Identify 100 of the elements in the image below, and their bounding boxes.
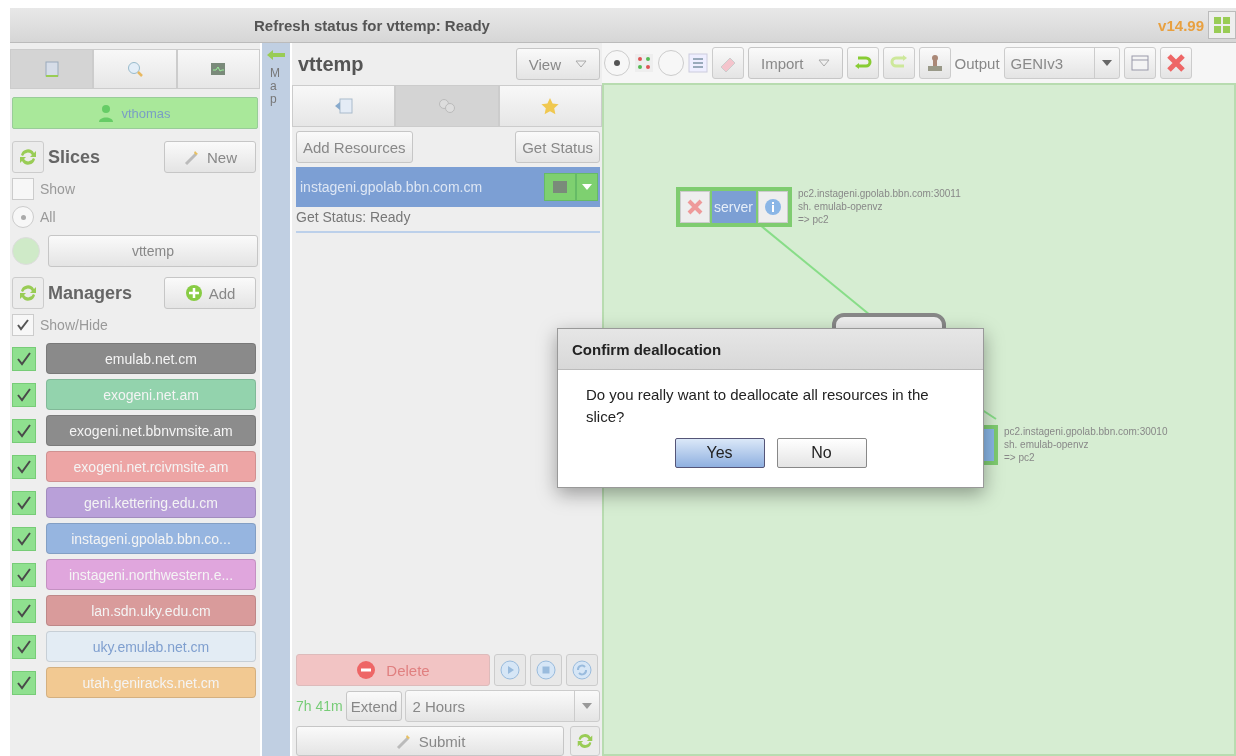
node-info: sh. emulab-openvz — [1004, 438, 1090, 451]
refresh-icon — [17, 282, 39, 304]
map-strip[interactable]: Map — [262, 43, 290, 756]
manager-checkbox[interactable] — [12, 418, 36, 443]
manager-checkbox[interactable] — [12, 346, 36, 371]
show-checkbox[interactable] — [12, 178, 34, 200]
left-arrow-icon — [266, 49, 286, 61]
manager-button[interactable]: instageni.gpolab.bbn.co... — [46, 523, 256, 554]
person-icon — [99, 104, 114, 122]
new-button[interactable]: New — [164, 141, 256, 173]
check-icon — [16, 350, 32, 367]
monitor-button[interactable] — [544, 173, 576, 201]
tab[interactable] — [93, 49, 177, 89]
output-select[interactable]: GENIv3 — [1003, 47, 1120, 79]
add-button[interactable]: Add — [164, 277, 256, 309]
delete-node-button[interactable] — [680, 191, 710, 223]
nodes-icon[interactable] — [634, 53, 654, 73]
close-icon — [687, 199, 703, 215]
restart-icon — [572, 660, 592, 680]
info-button[interactable] — [758, 191, 788, 223]
manager-button[interactable]: lan.sdn.uky.edu.cm — [46, 595, 256, 626]
manager-checkbox[interactable] — [12, 382, 36, 407]
monitor-icon — [209, 60, 228, 78]
wand-icon — [394, 732, 413, 750]
refresh-button[interactable] — [12, 277, 44, 309]
eraser-button[interactable] — [712, 47, 744, 79]
check-icon — [16, 494, 32, 511]
show-hide-label: Show/Hide — [40, 317, 108, 333]
extend-button[interactable]: Extend — [345, 691, 403, 721]
redo-button[interactable] — [882, 47, 915, 79]
close-icon — [1165, 53, 1186, 73]
list-icon[interactable] — [688, 53, 708, 73]
tab[interactable] — [498, 85, 602, 127]
refresh-icon — [575, 731, 595, 751]
manager-button[interactable]: uky.emulab.net.cm — [46, 631, 256, 662]
manager-button[interactable]: exogeni.net.bbnvmsite.am — [46, 415, 256, 446]
manager-button[interactable]: exogeni.net.am — [46, 379, 256, 410]
check-icon — [16, 602, 32, 619]
info-icon — [764, 198, 782, 216]
import-icon — [333, 97, 354, 115]
manager-checkbox[interactable] — [12, 526, 36, 551]
duration-select[interactable]: 2 Hours — [405, 690, 600, 722]
user-name: vthomas — [121, 105, 171, 121]
view-dropdown[interactable]: View — [515, 48, 600, 80]
refresh-button[interactable] — [570, 726, 600, 756]
manager-checkbox[interactable] — [12, 454, 36, 479]
manager-checkbox[interactable] — [12, 562, 36, 587]
import-dropdown[interactable]: Import — [748, 47, 843, 79]
get-status-button[interactable]: Get Status — [515, 131, 600, 163]
manager-checkbox[interactable] — [12, 598, 36, 623]
aggregate-row[interactable]: instageni.gpolab.bbn.com.cm — [296, 167, 600, 207]
manager-button[interactable]: exogeni.net.rcivmsite.am — [46, 451, 256, 482]
manager-checkbox[interactable] — [12, 490, 36, 515]
time-left: 7h 41m — [296, 698, 343, 714]
slice-button[interactable]: vttemp — [48, 235, 258, 267]
search-icon — [126, 60, 144, 78]
stop-button[interactable] — [530, 654, 562, 686]
refresh-button[interactable] — [12, 141, 44, 173]
check-icon — [16, 638, 32, 655]
status-text: Refresh status for vttemp: Ready — [254, 16, 491, 34]
no-button[interactable]: No — [776, 438, 867, 468]
delete-button[interactable]: Delete — [296, 654, 490, 686]
undo-button[interactable] — [846, 47, 879, 79]
play-button[interactable] — [494, 654, 526, 686]
manager-checkbox[interactable] — [12, 634, 36, 659]
node-info: sh. emulab-openvz — [798, 200, 884, 213]
close-button[interactable] — [1159, 47, 1192, 79]
dialog-message: Do you really want to deallocate all resources in the slice? — [585, 385, 930, 427]
tab[interactable] — [292, 85, 396, 127]
mode-radio[interactable] — [658, 50, 684, 76]
manager-button[interactable]: instageni.northwestern.e... — [46, 559, 256, 590]
mode-radio[interactable] — [604, 50, 630, 76]
show-hide-checkbox[interactable] — [12, 314, 34, 336]
node-info: => pc2 — [1004, 451, 1036, 464]
submit-button[interactable]: Submit — [296, 726, 564, 756]
stamp-button[interactable] — [918, 47, 951, 79]
manager-button[interactable]: geni.kettering.edu.cm — [46, 487, 256, 518]
window-button[interactable] — [1123, 47, 1156, 79]
add-resources-button[interactable]: Add Resources — [296, 131, 413, 163]
all-label: All — [40, 209, 56, 225]
check-icon — [16, 422, 32, 439]
building-icon — [42, 60, 61, 78]
user-bar[interactable]: vthomas — [12, 97, 258, 129]
manager-button[interactable]: emulab.net.cm — [46, 343, 256, 374]
node[interactable]: server — [676, 187, 792, 227]
manager-checkbox[interactable] — [12, 670, 36, 695]
version-text: v14.99 — [1158, 16, 1204, 34]
dialog-title: Confirm deallocation — [572, 340, 722, 358]
node-info: => pc2 — [798, 213, 830, 226]
check-icon — [16, 386, 32, 403]
tab[interactable] — [176, 49, 260, 89]
yes-button[interactable]: Yes — [674, 438, 765, 468]
all-radio[interactable] — [12, 206, 34, 228]
star-icon — [540, 97, 561, 115]
dropdown-button[interactable] — [576, 173, 598, 201]
caret-icon — [575, 60, 587, 68]
restart-button[interactable] — [566, 654, 598, 686]
grid-button[interactable] — [1208, 11, 1236, 39]
caret-icon — [582, 184, 592, 190]
aggregate-name: instageni.gpolab.bbn.com.cm — [300, 179, 483, 195]
